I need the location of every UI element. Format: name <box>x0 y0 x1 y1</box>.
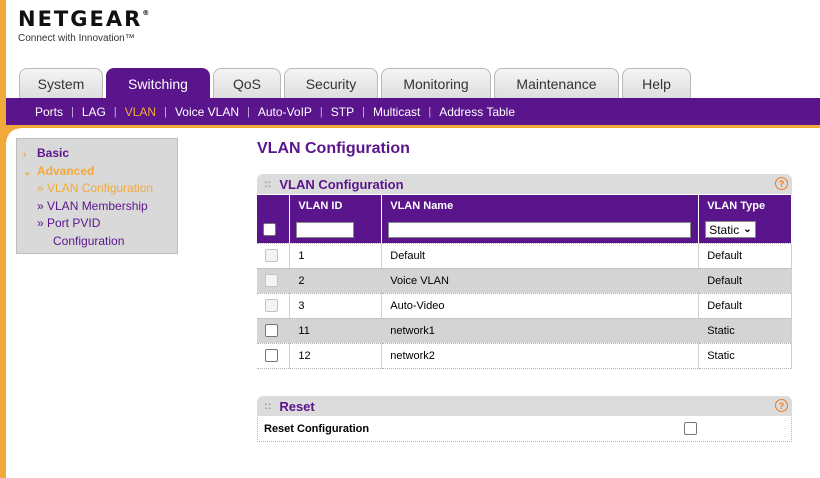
row-checkbox <box>257 293 291 319</box>
vlan-name-input[interactable] <box>388 221 692 238</box>
vlan-name-cell: Auto-Video <box>381 293 700 319</box>
subnav-separator: | <box>113 105 117 118</box>
vlan-id-cell: 1 <box>289 243 383 269</box>
vlan-id-cell: 11 <box>289 318 383 344</box>
chevron-down-icon: ⌄ <box>23 166 32 178</box>
subnav-separator: | <box>71 105 74 118</box>
subnav-voice-vlan[interactable]: Voice VLAN <box>175 105 239 119</box>
menu-vlan-membership[interactable]: » VLAN Membership <box>23 198 177 216</box>
reset-configuration-label: Reset Configuration <box>264 423 370 435</box>
vlan-id-cell: 12 <box>289 343 383 369</box>
tab-switching[interactable]: Switching <box>106 68 210 98</box>
subnav-separator: | <box>428 105 432 118</box>
subnav-separator: | <box>247 105 250 118</box>
table-row: 11 network1 Static <box>257 318 792 344</box>
help-icon[interactable]: ? <box>775 177 788 190</box>
reset-configuration-checkbox[interactable] <box>684 422 697 435</box>
vlan-name-cell: network1 <box>381 318 700 344</box>
vlan-type-cell: Default <box>698 293 792 319</box>
table-row: 2 Voice VLAN Default <box>257 268 792 294</box>
tab-help[interactable]: Help <box>622 68 691 98</box>
vlan-id-input[interactable] <box>296 221 355 238</box>
row-select-checkbox[interactable] <box>265 349 278 362</box>
row-select-checkbox <box>265 249 278 262</box>
row-checkbox <box>257 318 291 344</box>
vlan-type-cell: Static <box>698 318 792 344</box>
help-icon[interactable]: ? <box>775 399 788 412</box>
orange-divider <box>6 125 820 128</box>
reset-configuration-row: Reset Configuration <box>257 417 792 442</box>
vlan-section-header: :: VLAN Configuration ? <box>257 174 792 194</box>
sub-navigation: Ports | LAG | VLAN | Voice VLAN | Auto-VoIP | STP |… <box>6 98 820 125</box>
subnav-vlan[interactable]: VLAN <box>125 105 156 119</box>
select-all-checkbox[interactable] <box>263 223 276 237</box>
subnav-stp[interactable]: STP <box>331 105 354 119</box>
tab-qos[interactable]: QoS <box>213 68 281 98</box>
vlan-type-cell: Static <box>698 343 792 369</box>
menu-port-pvid[interactable]: » Port PVID <box>23 215 177 233</box>
subnav-ports[interactable]: Ports <box>35 105 63 119</box>
tagline: Connect with Innovation™ <box>18 33 135 44</box>
reset-section-header: :: Reset ? <box>257 396 792 416</box>
chevron-right-icon: › <box>23 149 27 160</box>
row-checkbox <box>257 343 291 369</box>
row-checkbox <box>257 243 291 269</box>
main-tabs: System Switching QoS Security Monitoring Main… <box>19 68 694 98</box>
tab-maintenance[interactable]: Maintenance <box>494 68 619 98</box>
table-row: 1 Default Default <box>257 243 792 269</box>
drag-dots-icon: :: <box>264 178 272 190</box>
col-vlan-id: VLAN ID <box>289 195 383 217</box>
drag-dots-icon: :: <box>264 400 272 412</box>
vlan-type-cell: Default <box>698 268 792 294</box>
row-select-checkbox <box>265 299 278 312</box>
left-menu: › Basic ⌄ Advanced » VLAN Configuration » … <box>16 138 178 254</box>
vlan-id-cell: 2 <box>289 268 383 294</box>
tab-security[interactable]: Security <box>284 68 378 98</box>
subnav-separator: | <box>319 105 323 118</box>
menu-port-pvid-cont[interactable]: Configuration <box>23 233 177 251</box>
table-row: 3 Auto-Video Default <box>257 293 792 319</box>
vlan-type-select[interactable]: Static ⌄ <box>705 221 756 239</box>
vlan-type-cell: Default <box>698 243 792 269</box>
vlan-name-cell: network2 <box>381 343 700 369</box>
menu-vlan-configuration[interactable]: » VLAN Configuration <box>23 180 177 198</box>
subnav-separator: | <box>362 105 365 118</box>
menu-advanced[interactable]: ⌄ Advanced <box>23 163 177 181</box>
table-row: 12 network2 Static <box>257 343 792 369</box>
vlan-name-cell: Voice VLAN <box>381 268 700 294</box>
reset-section-title: Reset <box>279 398 315 414</box>
add-vlan-row: Static ⌄ <box>257 217 792 244</box>
row-select-checkbox <box>265 274 278 287</box>
subnav-separator: | <box>164 105 167 118</box>
col-vlan-name: VLAN Name <box>381 195 700 217</box>
row-select-checkbox[interactable] <box>265 324 278 337</box>
vlan-name-cell: Default <box>381 243 700 269</box>
col-vlan-type: VLAN Type <box>698 195 792 217</box>
subnav-address-table[interactable]: Address Table <box>439 105 515 119</box>
vlan-table: VLAN ID VLAN Name VLAN Type Static ⌄ 1 Def… <box>257 195 792 369</box>
tab-monitoring[interactable]: Monitoring <box>381 68 491 98</box>
page-title: VLAN Configuration <box>257 140 410 157</box>
netgear-logo: NETGEAR® <box>18 7 150 31</box>
left-accent-strip <box>0 0 6 478</box>
select-all-header <box>257 195 291 217</box>
row-checkbox <box>257 268 291 294</box>
tab-system[interactable]: System <box>19 68 103 98</box>
subnav-lag[interactable]: LAG <box>82 105 106 119</box>
vlan-id-cell: 3 <box>289 293 383 319</box>
subnav-multicast[interactable]: Multicast <box>373 105 420 119</box>
menu-basic[interactable]: › Basic <box>23 145 177 163</box>
chevron-down-icon: ⌄ <box>743 224 752 236</box>
subnav-auto-voip[interactable]: Auto-VoIP <box>258 105 312 119</box>
vlan-section-title: VLAN Configuration <box>279 176 404 192</box>
